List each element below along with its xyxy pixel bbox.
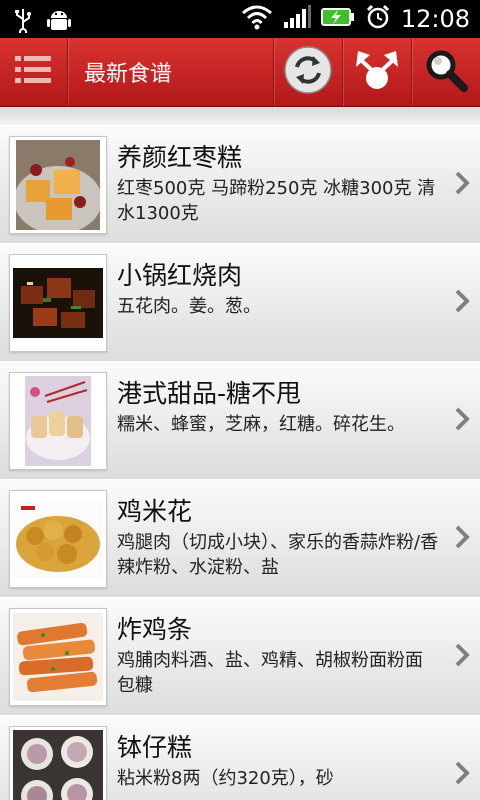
recipe-title: 钵仔糕 (117, 733, 193, 762)
chevron-right-icon (454, 760, 470, 790)
recipe-ingredients: 五花肉。姜。葱。 (117, 296, 261, 317)
search-icon (424, 48, 468, 96)
recipe-list[interactable]: 养颜红枣糕 红枣500克 马蹄粉250克 冰糖300克 清水1300克 小锅红烧… (0, 107, 480, 800)
jujube-cake-photo (9, 136, 107, 234)
android-debug-icon (46, 6, 72, 38)
refresh-icon (283, 45, 333, 99)
chevron-right-icon (454, 288, 470, 318)
battery-charging-icon (320, 6, 355, 32)
menu-button[interactable] (0, 38, 66, 106)
recipe-title: 鸡米花 (117, 497, 193, 526)
refresh-button[interactable] (274, 38, 342, 106)
status-bar: 12:08 (0, 0, 480, 38)
recipe-ingredients: 鸡脯肉料酒、盐、鸡精、胡椒粉面粉面包糠 (117, 650, 423, 696)
recipe-ingredients: 红枣500克 马蹄粉250克 冰糖300克 清水1300克 (117, 178, 436, 224)
share-button[interactable] (343, 38, 411, 106)
list-item[interactable]: 炸鸡条 鸡脯肉料酒、盐、鸡精、胡椒粉面粉面包糠 (0, 597, 480, 716)
share-icon (354, 45, 400, 99)
braised-pork-photo (9, 254, 107, 352)
chevron-right-icon (454, 406, 470, 436)
recipe-title: 炸鸡条 (117, 615, 193, 644)
bowl-cake-photo (9, 726, 107, 800)
usb-icon (14, 7, 32, 37)
list-item[interactable]: 港式甜品-糖不甩 糯米、蜂蜜，芝麻，红糖。碎花生。 (0, 361, 480, 480)
recipe-ingredients: 糯米、蜂蜜，芝麻，红糖。碎花生。 (117, 414, 405, 435)
popcorn-chicken-photo (9, 490, 107, 588)
list-item[interactable]: 钵仔糕 粘米粉8两（约320克），砂 (0, 715, 480, 800)
recipe-title: 养颜红枣糕 (117, 143, 243, 172)
glutinous-rice-dessert-photo (9, 372, 107, 470)
list-item[interactable]: 养颜红枣糕 红枣500克 马蹄粉250克 冰糖300克 清水1300克 (0, 125, 480, 244)
search-button[interactable] (412, 38, 480, 106)
fried-chicken-strips-photo (9, 608, 107, 706)
recipe-ingredients: 鸡腿肉（切成小块）、家乐的香蒜炸粉/香辣炸粉、水淀粉、盐 (117, 532, 439, 578)
list-item[interactable]: 小锅红烧肉 五花肉。姜。葱。 (0, 243, 480, 362)
app-bar: 最新食谱 (0, 38, 480, 107)
menu-icon (14, 53, 52, 91)
list-item[interactable]: 鸡米花 鸡腿肉（切成小块）、家乐的香蒜炸粉/香辣炸粉、水淀粉、盐 (0, 479, 480, 598)
recipe-title: 小锅红烧肉 (117, 261, 243, 290)
chevron-right-icon (454, 642, 470, 672)
signal-icon (283, 4, 311, 34)
wifi-icon (241, 4, 273, 34)
chevron-right-icon (454, 170, 470, 200)
page-title: 最新食谱 (84, 62, 173, 87)
recipe-title: 港式甜品-糖不甩 (117, 379, 302, 408)
recipe-ingredients: 粘米粉8两（约320克），砂 (117, 768, 334, 789)
alarm-icon (365, 4, 391, 34)
clock: 12:08 (400, 5, 470, 33)
chevron-right-icon (454, 524, 470, 554)
